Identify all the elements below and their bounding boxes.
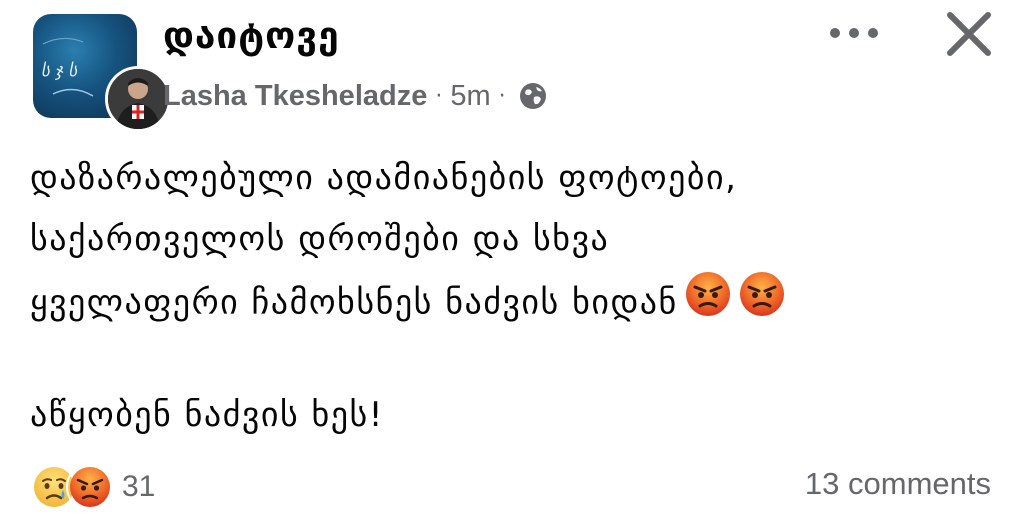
post-text: დაზარალებული ადამიანების ფოტოები, საქართ… <box>30 148 1000 331</box>
group-name[interactable]: დაიტოვე <box>163 14 340 57</box>
angry-reaction-icon[interactable] <box>66 463 114 511</box>
post-text-line: საქართველოს დროშები და სხვა <box>30 219 610 259</box>
post-time[interactable]: 5m <box>450 80 490 113</box>
reaction-count[interactable]: 31 <box>122 470 155 504</box>
author-name[interactable]: Lasha Tkesheladze <box>163 80 427 113</box>
post-meta: Lasha Tkesheladze · 5m · <box>163 78 548 114</box>
meta-separator: · <box>435 83 443 109</box>
post-text-line: ყველაფერი ჩამოხსნეს ნაძვის ხიდან <box>30 282 678 323</box>
comments-count-link[interactable]: 13 comments <box>805 466 991 502</box>
angry-face-emoji <box>738 270 786 338</box>
close-icon[interactable] <box>943 10 995 58</box>
user-avatar[interactable] <box>105 66 171 132</box>
globe-icon[interactable] <box>518 81 548 111</box>
post-text-second-paragraph: აწყობენ ნაძვის ხეს! <box>30 395 384 435</box>
reactions-summary[interactable]: 31 <box>30 463 155 511</box>
post-text-line: დაზარალებული ადამიანების ფოტოები, <box>30 158 738 198</box>
post-text-line-with-emoji: ყველაფერი ჩამოხსნეს ნაძვის ხიდან <box>30 270 1000 331</box>
meta-separator: · <box>498 83 506 109</box>
avatar-group[interactable]: ს ჯ ს <box>33 14 171 132</box>
post-card: ს ჯ ს დაიტოვე Lasha Tkesheladze · 5m · დ… <box>0 0 1024 530</box>
angry-face-emoji <box>684 270 732 338</box>
more-options-icon[interactable] <box>826 18 882 48</box>
group-avatar-text: ს ჯ ს <box>41 61 77 81</box>
